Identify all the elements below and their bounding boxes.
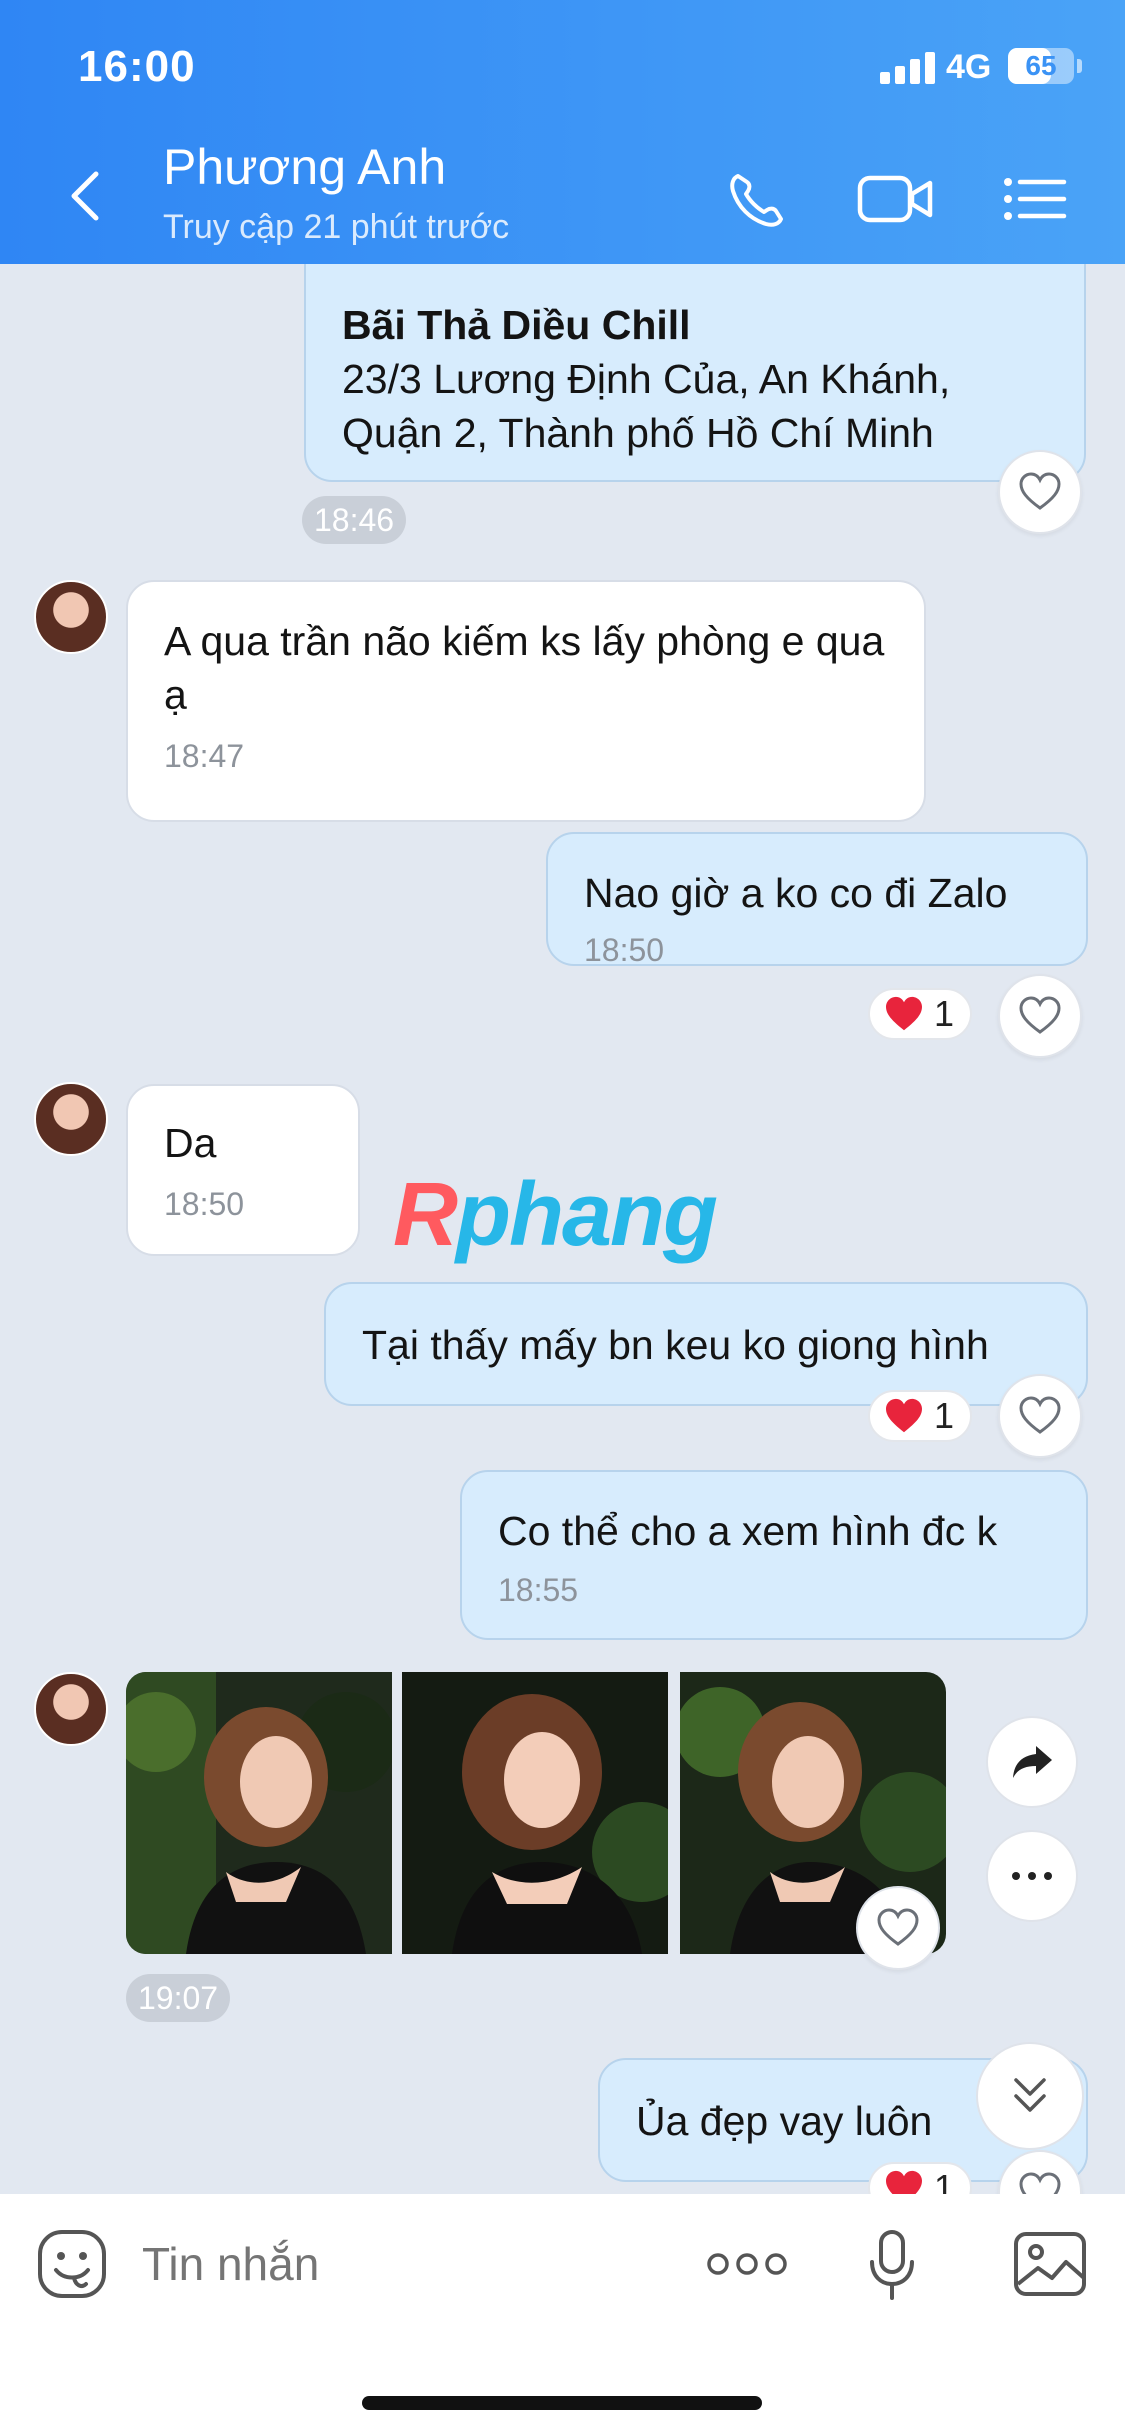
- more-dots-icon: [707, 2253, 787, 2275]
- message-time: 18:47: [164, 738, 245, 774]
- message-text: Da: [164, 1120, 217, 1166]
- location-title: Bãi Thả Diều Chill: [342, 302, 691, 348]
- heart-filled-icon: [886, 996, 922, 1031]
- back-arrow-icon: [71, 171, 99, 221]
- contact-last-seen: Truy cập 21 phút trước: [163, 208, 510, 246]
- message-time: 18:55: [498, 1572, 579, 1608]
- photo-image: [402, 1672, 668, 1954]
- heart-filled-icon: [886, 2170, 922, 2194]
- battery-tip: [1077, 59, 1082, 73]
- message-time-pill: 18:46: [302, 496, 407, 544]
- scroll-down-icon: [1014, 2078, 1046, 2112]
- heart-outline-icon: [1019, 996, 1061, 1034]
- location-address-line: Quận 2, Thành phố Hồ Chí Minh: [342, 410, 934, 456]
- message-input[interactable]: [142, 2232, 642, 2296]
- menu-list-icon: [1004, 178, 1067, 220]
- incoming-message[interactable]: A qua trần não kiếm ks lấy phòng e qua ạ…: [126, 580, 926, 822]
- reaction-badge[interactable]: 1: [868, 2162, 973, 2194]
- message-text: Co thể cho a xem hình đc k: [498, 1508, 998, 1554]
- photo-thumbnail[interactable]: [402, 1672, 668, 1954]
- reaction-count: 1: [934, 993, 955, 1034]
- outgoing-message[interactable]: Co thể cho a xem hình đc k 18:55: [460, 1470, 1088, 1640]
- message-text: Nao giờ a ko co đi Zalo: [584, 870, 1008, 916]
- battery-icon: 65: [1008, 48, 1074, 84]
- phone-icon: [730, 174, 783, 227]
- chat-options-button[interactable]: [1000, 164, 1070, 234]
- message-list[interactable]: Bãi Thả Diều Chill 23/3 Lương Định Của, …: [0, 264, 1125, 2194]
- like-button[interactable]: [998, 450, 1082, 534]
- sticker-button[interactable]: [36, 2228, 108, 2300]
- network-type: 4G: [946, 48, 992, 86]
- battery-percent: 65: [1025, 50, 1057, 81]
- back-button[interactable]: [60, 160, 110, 230]
- contact-name[interactable]: Phương Anh: [163, 138, 446, 196]
- heart-outline-icon: [1019, 472, 1061, 510]
- call-button[interactable]: [724, 164, 790, 234]
- contact-avatar[interactable]: [34, 1082, 108, 1156]
- scroll-to-bottom-button[interactable]: [976, 2042, 1084, 2150]
- heart-outline-icon: [877, 1908, 919, 1946]
- more-icon: [1012, 1872, 1052, 1880]
- video-icon: [857, 175, 933, 223]
- photo-image: [126, 1672, 392, 1954]
- reaction-badge[interactable]: 1: [868, 1390, 973, 1442]
- heart-outline-icon: [1019, 2172, 1061, 2194]
- message-text: Tại thấy mấy bn keu ko giong hình: [362, 1322, 989, 1368]
- message-time: 18:50: [584, 932, 665, 968]
- heart-filled-icon: [886, 1398, 922, 1433]
- heart-outline-icon: [1019, 1396, 1061, 1434]
- video-call-button[interactable]: [856, 164, 936, 234]
- image-icon: [1014, 2232, 1086, 2296]
- like-button[interactable]: [998, 1374, 1082, 1458]
- like-button[interactable]: [998, 974, 1082, 1058]
- more-options-button[interactable]: [986, 1830, 1078, 1922]
- watermark-logo: Rphang: [393, 1165, 718, 1265]
- sticker-icon: [38, 2230, 106, 2298]
- microphone-icon: [870, 2230, 914, 2300]
- incoming-message[interactable]: Da 18:50: [126, 1084, 360, 1256]
- reaction-count: 1: [934, 1395, 955, 1436]
- location-address-line: 23/3 Lương Định Của, An Khánh,: [342, 356, 951, 402]
- more-actions-button[interactable]: [706, 2246, 788, 2282]
- home-indicator[interactable]: [362, 2396, 762, 2410]
- location-message[interactable]: Bãi Thả Diều Chill 23/3 Lương Định Của, …: [304, 264, 1086, 482]
- reaction-count: 1: [934, 2167, 955, 2194]
- photo-thumbnail[interactable]: [126, 1672, 392, 1954]
- message-time-pill: 19:07: [126, 1974, 231, 2022]
- contact-avatar[interactable]: [34, 580, 108, 654]
- outgoing-message[interactable]: Tại thấy mấy bn keu ko giong hình: [324, 1282, 1088, 1406]
- chat-header: 16:00 4G 65 Phương Anh Truy cập 21 phút …: [0, 0, 1125, 264]
- share-icon: [1013, 1746, 1052, 1778]
- status-time: 16:00: [78, 42, 196, 91]
- voice-message-button[interactable]: [866, 2228, 918, 2304]
- share-button[interactable]: [986, 1716, 1078, 1808]
- signal-icon: [880, 52, 936, 84]
- reaction-badge[interactable]: 1: [868, 988, 973, 1040]
- contact-avatar[interactable]: [34, 1672, 108, 1746]
- like-button[interactable]: [856, 1886, 940, 1970]
- message-time: 18:50: [164, 1186, 245, 1222]
- message-text: A qua trần não kiếm ks lấy phòng e qua ạ: [164, 618, 885, 718]
- send-image-button[interactable]: [1012, 2228, 1088, 2300]
- outgoing-message[interactable]: Nao giờ a ko co đi Zalo 18:50: [546, 832, 1088, 968]
